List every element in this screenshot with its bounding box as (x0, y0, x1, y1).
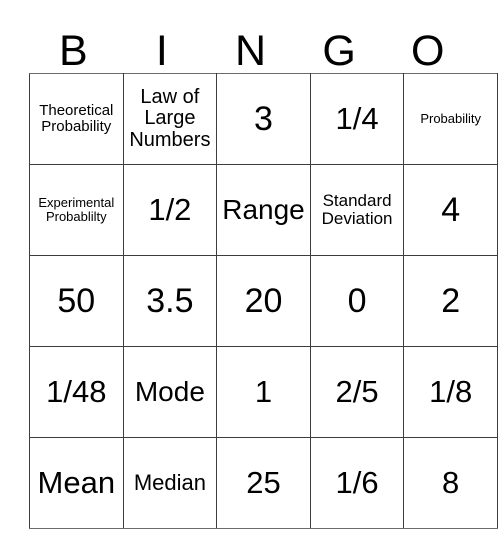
bingo-cell[interactable]: Range (216, 164, 311, 256)
bingo-cell[interactable]: 3 (216, 73, 311, 165)
bingo-cell-label: Mode (134, 376, 205, 408)
bingo-cell[interactable]: 1/8 (403, 346, 498, 438)
bingo-row: Mean Median 25 1/6 8 (29, 437, 498, 529)
bingo-cell[interactable]: Mean (29, 437, 124, 529)
bingo-row: Experimental Probablilty 1/2 Range Stand… (29, 164, 498, 256)
bingo-cell-label: Median (133, 470, 206, 496)
bingo-header-row: B I N G O (29, 16, 472, 73)
bingo-cell[interactable]: Standard Deviation (309, 164, 405, 256)
bingo-header-cell-g: G (295, 16, 384, 73)
bingo-cell-label: Range (222, 194, 305, 226)
bingo-cell[interactable]: Mode (122, 346, 218, 438)
bingo-header-letter: I (155, 27, 168, 75)
bingo-cell-label: 20 (244, 281, 283, 320)
bingo-row: Theoretical Probability Law of Large Num… (29, 73, 498, 165)
bingo-cell-label: 1 (254, 373, 273, 409)
bingo-cell-label: Probability (420, 111, 482, 127)
bingo-cell-label: 3.5 (146, 281, 194, 320)
bingo-cell-label: 50 (57, 281, 96, 320)
bingo-cell-label: 4 (441, 190, 461, 229)
bingo-cell[interactable]: 3.5 (122, 255, 218, 347)
bingo-header-letter: B (58, 27, 88, 75)
bingo-cell-label: 1/48 (46, 373, 107, 409)
bingo-header-cell-b: B (29, 16, 118, 73)
bingo-grid: Theoretical Probability Law of Large Num… (29, 73, 498, 529)
bingo-cell[interactable]: Theoretical Probability (29, 73, 124, 165)
bingo-header-cell-o: O (383, 16, 472, 73)
bingo-cell[interactable]: Median (122, 437, 218, 529)
bingo-cell-label: 2 (441, 281, 461, 320)
bingo-cell[interactable]: 0 (309, 255, 405, 347)
bingo-cell[interactable]: 25 (216, 437, 311, 529)
bingo-cell-label: 1/2 (148, 191, 192, 227)
bingo-row: 50 3.5 20 0 2 (29, 255, 498, 347)
bingo-cell[interactable]: 1/4 (309, 73, 405, 165)
bingo-header-letter: O (410, 27, 445, 75)
bingo-cell-label: 0 (347, 281, 367, 320)
bingo-header-cell-n: N (206, 16, 295, 73)
bingo-cell[interactable]: Experimental Probablilty (29, 164, 124, 256)
bingo-cell[interactable]: 1/48 (29, 346, 124, 438)
bingo-cell[interactable]: 20 (216, 255, 311, 347)
bingo-row: 1/48 Mode 1 2/5 1/8 (29, 346, 498, 438)
bingo-cell-label: 1/8 (429, 373, 473, 409)
bingo-cell[interactable]: Probability (403, 73, 498, 165)
bingo-cell-label: Law of Large Numbers (129, 86, 211, 151)
bingo-header-letter: G (322, 27, 356, 75)
bingo-cell-label: 1/4 (335, 100, 379, 136)
bingo-cell-label: Standard Deviation (321, 190, 393, 228)
bingo-header-letter: N (234, 27, 267, 75)
bingo-cell-label: 2/5 (335, 373, 379, 409)
bingo-cell-label: Theoretical Probability (39, 102, 114, 135)
bingo-cell[interactable]: 4 (403, 164, 498, 256)
bingo-cell[interactable]: 1/6 (309, 437, 405, 529)
bingo-cell[interactable]: 1 (216, 346, 311, 438)
bingo-cell[interactable]: Law of Large Numbers (122, 73, 218, 165)
bingo-cell[interactable]: 1/2 (122, 164, 218, 256)
bingo-cell-label: Experimental Probablilty (38, 195, 115, 224)
bingo-cell[interactable]: 2/5 (309, 346, 405, 438)
bingo-card: B I N G O Theoretical Probability Law of… (29, 16, 498, 529)
bingo-cell-label: Mean (37, 464, 116, 500)
bingo-cell-label: 25 (246, 464, 281, 500)
bingo-cell-label: 1/6 (335, 464, 379, 500)
bingo-cell-label: 8 (442, 464, 460, 500)
bingo-cell[interactable]: 50 (29, 255, 124, 347)
bingo-cell[interactable]: 8 (403, 437, 498, 529)
bingo-header-cell-i: I (118, 16, 207, 73)
bingo-cell-label: 3 (254, 99, 273, 138)
bingo-cell[interactable]: 2 (403, 255, 498, 347)
